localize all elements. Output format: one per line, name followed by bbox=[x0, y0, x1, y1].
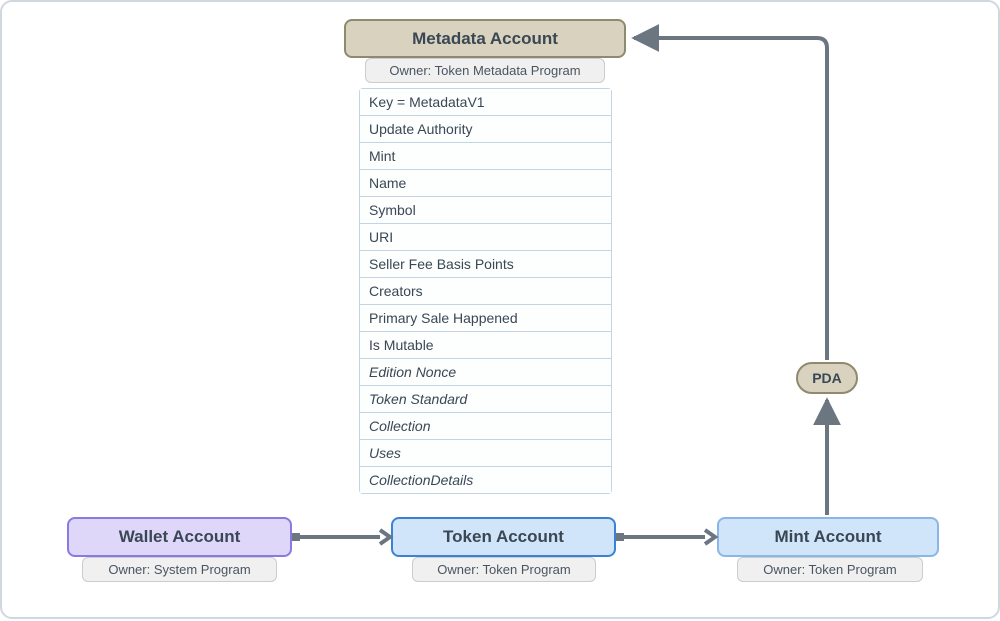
metadata-field: URI bbox=[360, 224, 611, 251]
metadata-field: Creators bbox=[360, 278, 611, 305]
metadata-field: Collection bbox=[360, 413, 611, 440]
metadata-field: Primary Sale Happened bbox=[360, 305, 611, 332]
metadata-fields-list: Key = MetadataV1Update AuthorityMintName… bbox=[359, 88, 612, 494]
metadata-field: Mint bbox=[360, 143, 611, 170]
pda-label: PDA bbox=[812, 370, 842, 386]
wallet-account-box: Wallet Account bbox=[67, 517, 292, 557]
wallet-account-title: Wallet Account bbox=[119, 527, 241, 547]
metadata-field: CollectionDetails bbox=[360, 467, 611, 493]
arrow-pda-to-metadata bbox=[634, 38, 827, 360]
metadata-field: Is Mutable bbox=[360, 332, 611, 359]
token-owner-tag: Owner: Token Program bbox=[412, 557, 596, 582]
mint-account-title: Mint Account bbox=[774, 527, 881, 547]
wallet-owner-tag: Owner: System Program bbox=[82, 557, 277, 582]
pda-node: PDA bbox=[796, 362, 858, 394]
metadata-account-box: Metadata Account bbox=[344, 19, 626, 58]
metadata-field: Name bbox=[360, 170, 611, 197]
metadata-field: Uses bbox=[360, 440, 611, 467]
mint-owner-tag: Owner: Token Program bbox=[737, 557, 923, 582]
mint-account-box: Mint Account bbox=[717, 517, 939, 557]
metadata-account-title: Metadata Account bbox=[412, 29, 558, 49]
metadata-field: Token Standard bbox=[360, 386, 611, 413]
metadata-field: Symbol bbox=[360, 197, 611, 224]
arrow-token-to-mint bbox=[616, 530, 715, 544]
token-account-box: Token Account bbox=[391, 517, 616, 557]
metadata-field: Seller Fee Basis Points bbox=[360, 251, 611, 278]
arrow-wallet-to-token bbox=[292, 530, 390, 544]
metadata-field: Edition Nonce bbox=[360, 359, 611, 386]
diagram-canvas: Metadata Account Owner: Token Metadata P… bbox=[0, 0, 1000, 619]
metadata-field: Key = MetadataV1 bbox=[360, 89, 611, 116]
metadata-owner-tag: Owner: Token Metadata Program bbox=[365, 58, 605, 83]
token-account-title: Token Account bbox=[443, 527, 564, 547]
metadata-field: Update Authority bbox=[360, 116, 611, 143]
